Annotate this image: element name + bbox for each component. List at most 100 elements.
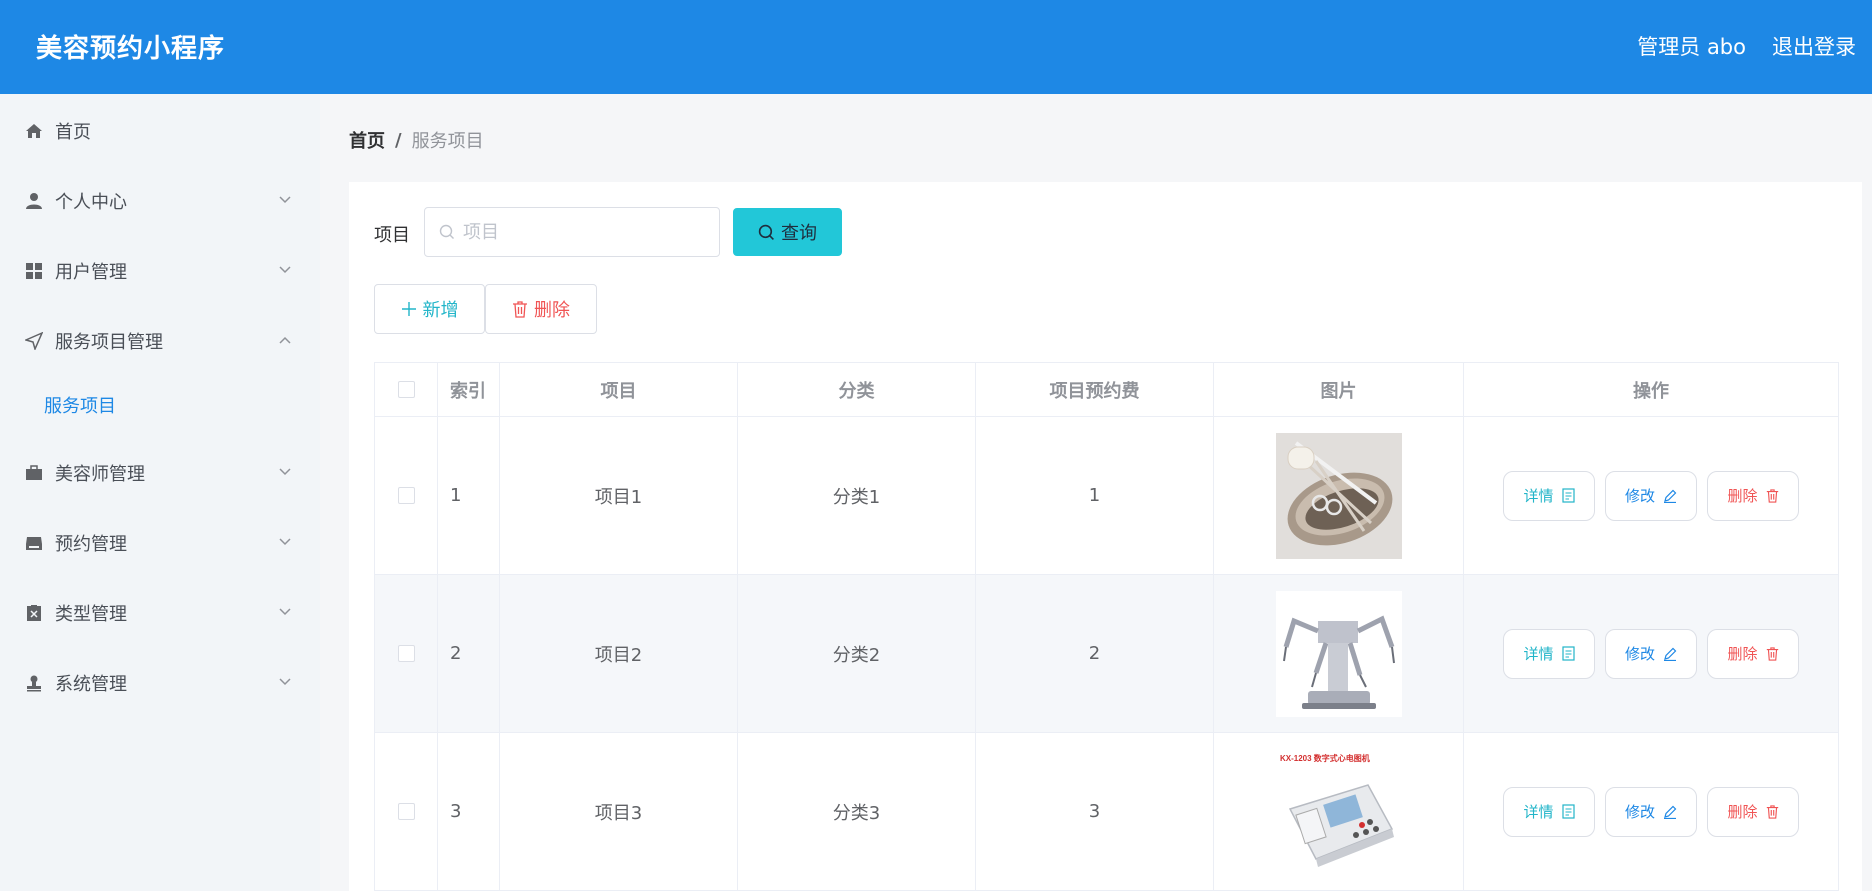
- cell-category: 分类2: [738, 575, 976, 732]
- sidebar-item-beautician-management[interactable]: 美容师管理: [0, 445, 320, 501]
- sidebar-item-label: 用户管理: [55, 262, 127, 283]
- row-delete-button[interactable]: 删除: [1707, 786, 1799, 837]
- search-box[interactable]: [424, 207, 720, 257]
- chevron-down-icon: [279, 608, 291, 616]
- chevron-up-icon: [279, 336, 291, 344]
- ecg-caption: KX-1203 数字式心电图机: [1280, 753, 1370, 763]
- col-header-fee: 项目预约费: [976, 363, 1214, 416]
- sidebar-item-user-management[interactable]: 用户管理: [0, 243, 320, 299]
- detail-button-label: 详情: [1523, 487, 1554, 505]
- breadcrumb: 首页 / 服务项目: [349, 127, 484, 153]
- sidebar-subitem-service[interactable]: 服务项目: [0, 377, 320, 433]
- select-all-checkbox[interactable]: [397, 381, 415, 398]
- row-checkbox[interactable]: [397, 803, 415, 820]
- table-header: 索引 项目 分类 项目预约费 图片 操作: [375, 363, 1838, 417]
- detail-button[interactable]: 详情: [1503, 786, 1595, 837]
- table-row: 2 项目2 分类2 2 详情 修改 删除: [375, 575, 1838, 733]
- search-input[interactable]: [463, 221, 703, 243]
- sidebar-subitem-label: 服务项目: [44, 396, 116, 417]
- table-row: 3 项目3 分类3 3 KX-1203 数字式心电图机 详情 修改 删除: [375, 733, 1838, 891]
- search-icon: [439, 224, 454, 239]
- sidebar-item-home[interactable]: 首页: [0, 103, 320, 159]
- sidebar: 首页 个人中心 用户管理 服务项目管理 服务项目 美容师管理 预约管理 类型管理…: [0, 94, 320, 891]
- search-label: 项目: [374, 225, 410, 246]
- trash-icon: [1766, 646, 1778, 661]
- col-header-category: 分类: [738, 363, 976, 416]
- sidebar-item-label: 首页: [55, 122, 91, 143]
- cell-item: 项目3: [500, 733, 738, 890]
- col-header-item: 项目: [500, 363, 738, 416]
- sidebar-item-label: 美容师管理: [55, 464, 145, 485]
- chevron-down-icon: [279, 538, 291, 546]
- top-bar: 美容预约小程序 管理员 abo 退出登录: [0, 0, 1872, 94]
- detail-button[interactable]: 详情: [1503, 628, 1595, 679]
- edit-button-label: 修改: [1624, 645, 1655, 663]
- cell-fee: 2: [976, 575, 1214, 732]
- plus-icon: [401, 302, 416, 316]
- edit-button-label: 修改: [1624, 803, 1655, 821]
- sidebar-item-service-management[interactable]: 服务项目管理: [0, 313, 320, 369]
- detail-button[interactable]: 详情: [1503, 470, 1595, 521]
- row-delete-button-label: 删除: [1727, 487, 1758, 505]
- cell-fee: 1: [976, 417, 1214, 574]
- trash-icon: [1766, 804, 1778, 819]
- sidebar-item-label: 系统管理: [55, 674, 127, 695]
- query-button[interactable]: 查询: [733, 208, 842, 256]
- edit-icon: [1664, 647, 1677, 661]
- edit-button[interactable]: 修改: [1605, 628, 1697, 679]
- query-button-label: 查询: [781, 223, 817, 244]
- add-button[interactable]: 新增: [374, 284, 485, 334]
- sidebar-item-system-management[interactable]: 系统管理: [0, 655, 320, 711]
- sidebar-item-personal-center[interactable]: 个人中心: [0, 173, 320, 229]
- document-icon: [1561, 804, 1575, 819]
- clipboard-icon: [24, 603, 44, 623]
- col-header-index: 索引: [438, 363, 500, 416]
- edit-icon: [1664, 805, 1677, 819]
- sidebar-item-label: 个人中心: [55, 192, 127, 213]
- batch-delete-button[interactable]: 删除: [485, 284, 597, 334]
- briefcase-icon: [24, 463, 44, 483]
- breadcrumb-current: 服务项目: [411, 131, 484, 152]
- robot-arm-image: [1275, 590, 1402, 717]
- detail-button-label: 详情: [1523, 803, 1554, 821]
- grid-icon: [24, 261, 44, 281]
- row-delete-button-label: 删除: [1727, 645, 1758, 663]
- document-icon: [1561, 488, 1575, 503]
- ecg-device-image: KX-1203 数字式心电图机: [1275, 748, 1402, 875]
- cell-index: 3: [438, 733, 500, 890]
- col-header-image: 图片: [1214, 363, 1464, 416]
- sidebar-item-type-management[interactable]: 类型管理: [0, 585, 320, 641]
- cell-item: 项目1: [500, 417, 738, 574]
- chevron-down-icon: [279, 678, 291, 686]
- cell-index: 1: [438, 417, 500, 574]
- cell-category: 分类1: [738, 417, 976, 574]
- search-icon: [758, 224, 774, 240]
- breadcrumb-home[interactable]: 首页: [349, 127, 385, 153]
- edit-button[interactable]: 修改: [1605, 470, 1697, 521]
- edit-button[interactable]: 修改: [1605, 786, 1697, 837]
- row-checkbox[interactable]: [397, 487, 415, 504]
- trash-icon: [1766, 488, 1778, 503]
- row-delete-button[interactable]: 删除: [1707, 470, 1799, 521]
- sidebar-item-label: 服务项目管理: [55, 332, 163, 353]
- edit-button-label: 修改: [1624, 487, 1655, 505]
- row-delete-button[interactable]: 删除: [1707, 628, 1799, 679]
- chevron-down-icon: [279, 266, 291, 274]
- breadcrumb-separator: /: [395, 129, 402, 151]
- user-icon: [24, 191, 44, 211]
- cell-category: 分类3: [738, 733, 976, 890]
- table-row: 1 项目1 分类1 1 详情 修改 删除: [375, 417, 1838, 575]
- col-header-actions: 操作: [1633, 380, 1669, 402]
- row-checkbox[interactable]: [397, 645, 415, 662]
- sidebar-item-label: 预约管理: [55, 534, 127, 555]
- sidebar-item-booking-management[interactable]: 预约管理: [0, 515, 320, 571]
- inbox-icon: [24, 533, 44, 553]
- cell-fee: 3: [976, 733, 1214, 890]
- chevron-down-icon: [279, 196, 291, 204]
- sidebar-item-label: 类型管理: [55, 604, 127, 625]
- add-button-label: 新增: [422, 300, 459, 321]
- detail-button-label: 详情: [1523, 645, 1554, 663]
- row-delete-button-label: 删除: [1727, 803, 1758, 821]
- cell-item: 项目2: [500, 575, 738, 732]
- logout-link[interactable]: 退出登录: [1772, 31, 1856, 61]
